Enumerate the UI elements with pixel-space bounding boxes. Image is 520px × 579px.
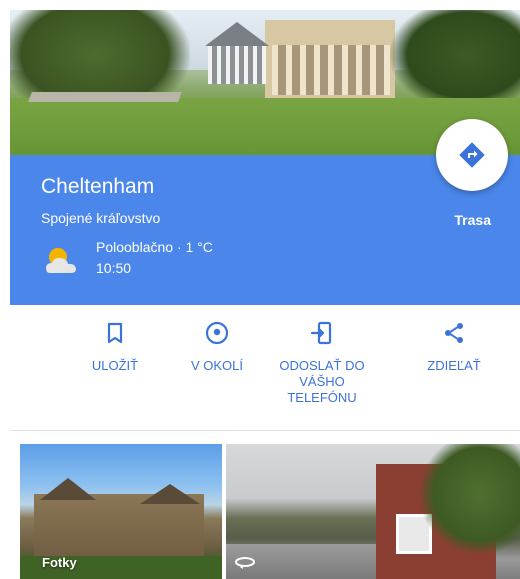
- send-to-phone-label: ODOSLAŤ DO VÁŠHO TELEFÓNU: [279, 358, 365, 405]
- partly-cloudy-icon: [46, 248, 76, 273]
- location-pin-icon: [205, 321, 229, 345]
- save-button[interactable]: ULOŽIŤ: [60, 320, 170, 374]
- street-view-360-icon: [235, 557, 255, 569]
- route-label[interactable]: Trasa: [454, 212, 491, 228]
- send-to-phone-icon: [310, 321, 332, 345]
- directions-icon: [459, 142, 485, 168]
- photos-thumbnail[interactable]: Fotky: [20, 444, 222, 579]
- send-to-phone-button[interactable]: ODOSLAŤ DO VÁŠHO TELEFÓNU: [267, 320, 377, 406]
- place-country: Spojené kráľovstvo: [41, 210, 161, 226]
- weather-time: 10:50: [96, 260, 132, 276]
- share-icon: [445, 323, 463, 343]
- share-label: ZDIEĽAŤ: [427, 358, 481, 373]
- place-title: Cheltenham: [41, 175, 155, 198]
- section-divider: [10, 430, 520, 431]
- nearby-button[interactable]: V OKOLÍ: [162, 320, 272, 374]
- street-view-thumbnail[interactable]: [226, 444, 520, 579]
- bookmark-icon: [107, 322, 123, 344]
- weather-description: Polooblačno · 1 °C: [96, 239, 213, 255]
- directions-button[interactable]: [436, 119, 508, 191]
- share-button[interactable]: ZDIEĽAŤ: [399, 320, 509, 374]
- photos-label: Fotky: [42, 555, 77, 570]
- nearby-label: V OKOLÍ: [190, 358, 244, 373]
- action-bar: ULOŽIŤ V OKOLÍ ODOSLAŤ DO VÁŠHO TELEFÓNU…: [0, 305, 520, 430]
- save-label: ULOŽIŤ: [91, 358, 139, 373]
